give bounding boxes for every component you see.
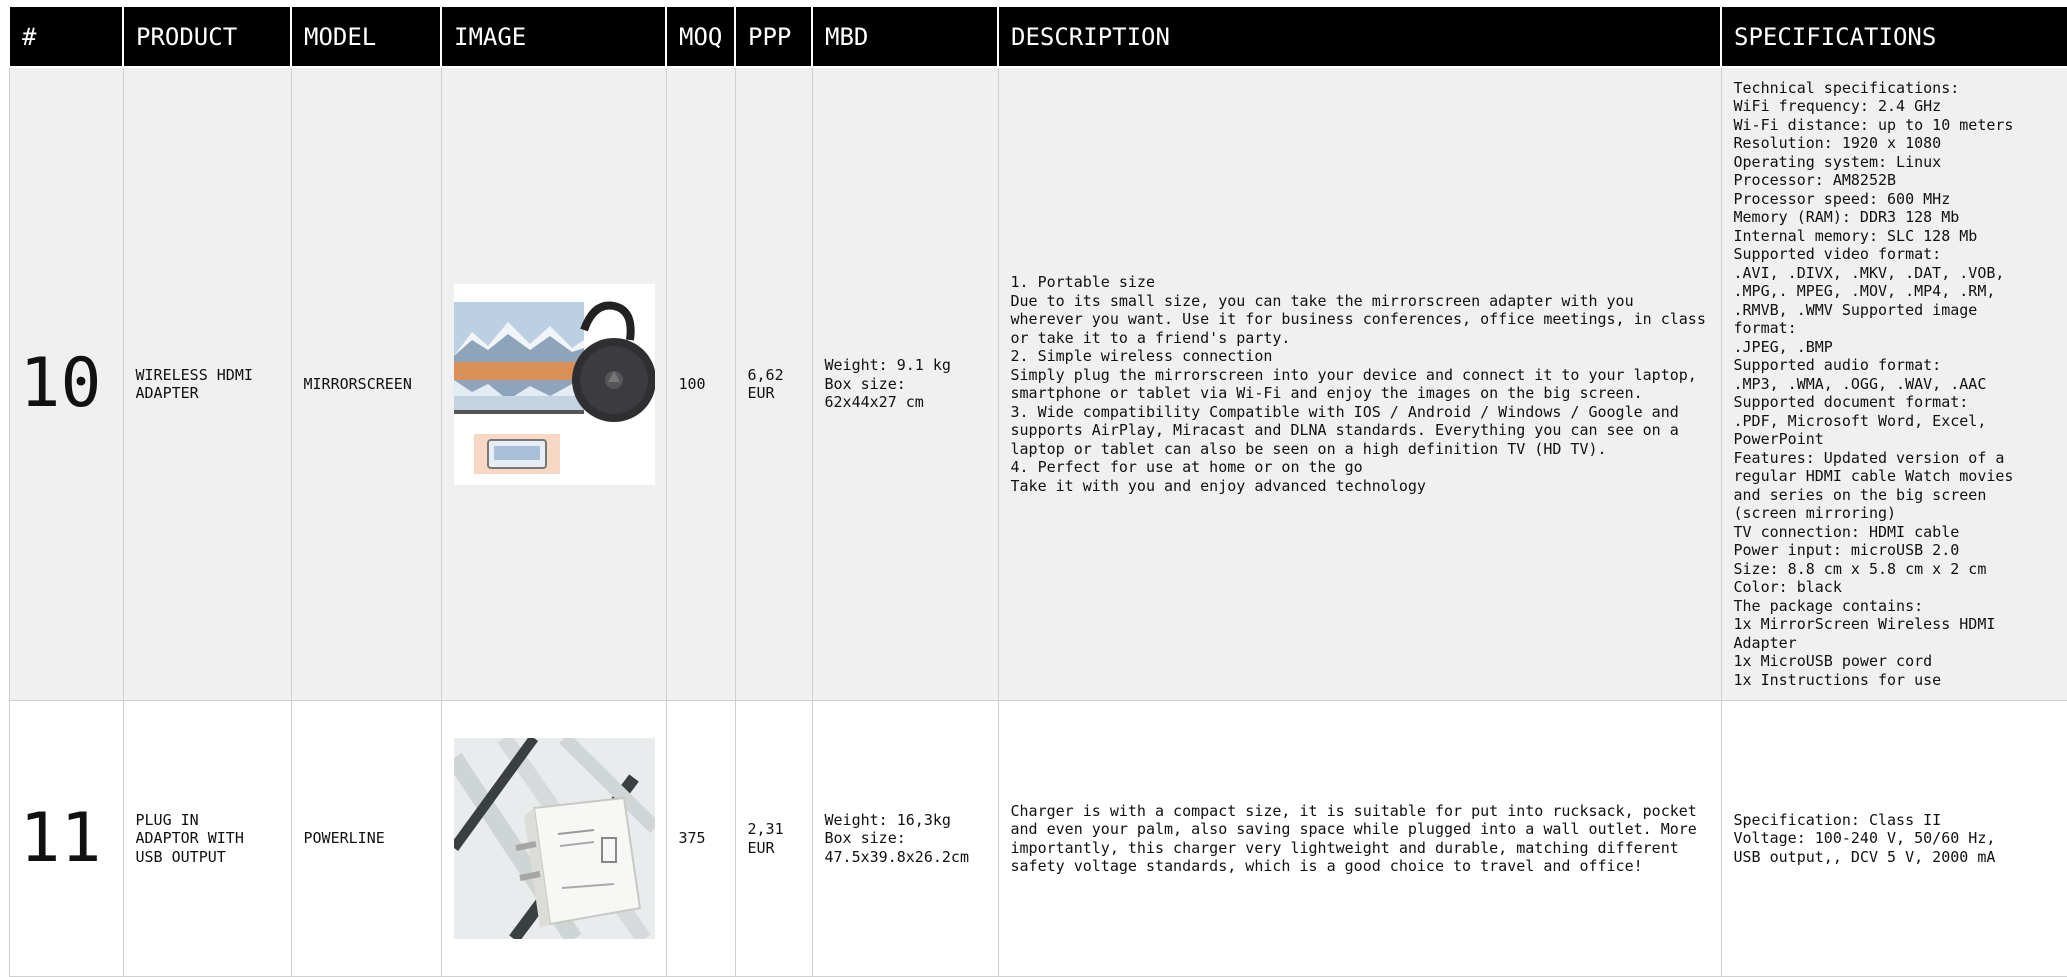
moq-value: 100	[665, 66, 736, 701]
moq-value: 375	[665, 700, 736, 977]
product-description: 1. Portable size Due to its small size, …	[997, 66, 1722, 701]
col-header-product[interactable]: PRODUCT	[122, 7, 292, 68]
col-header-description[interactable]: DESCRIPTION	[997, 7, 1722, 68]
header-row: # PRODUCT MODEL IMAGE MOQ PPP MBD DESCRI…	[8, 7, 2067, 68]
product-model: POWERLINE	[290, 700, 442, 977]
product-image-cell	[440, 700, 667, 977]
mbd-value: Weight: 16,3kg Box size: 47.5x39.8x26.2c…	[811, 700, 999, 977]
table-row[interactable]: 11 PLUG IN ADAPTOR WITH USB OUTPUT POWER…	[8, 700, 2067, 977]
row-number: 11	[8, 700, 124, 977]
product-table: # PRODUCT MODEL IMAGE MOQ PPP MBD DESCRI…	[8, 7, 2067, 977]
col-header-specifications[interactable]: SPECIFICATIONS	[1720, 7, 2067, 68]
product-name: WIRELESS HDMI ADAPTER	[122, 66, 292, 701]
col-header-mbd[interactable]: MBD	[811, 7, 999, 68]
col-header-model[interactable]: MODEL	[290, 7, 442, 68]
col-header-image[interactable]: IMAGE	[440, 7, 667, 68]
product-specifications: Technical specifications: WiFi frequency…	[1720, 66, 2067, 701]
product-name: PLUG IN ADAPTOR WITH USB OUTPUT	[122, 700, 292, 977]
usb-charger-image[interactable]	[453, 738, 655, 939]
product-description: Charger is with a compact size, it is su…	[997, 700, 1722, 977]
col-header-ppp[interactable]: PPP	[734, 7, 813, 68]
row-number: 10	[8, 66, 124, 701]
product-model: MIRRORSCREEN	[290, 66, 442, 701]
ppp-value: 6,62 EUR	[734, 66, 813, 701]
product-specifications: Specification: Class II Voltage: 100-240…	[1720, 700, 2067, 977]
product-image-cell	[440, 66, 667, 701]
col-header-moq[interactable]: MOQ	[665, 7, 736, 68]
mirrorscreen-image[interactable]	[453, 283, 655, 485]
mbd-value: Weight: 9.1 kg Box size: 62x44x27 cm	[811, 66, 999, 701]
table-row[interactable]: 10 WIRELESS HDMI ADAPTER MIRRORSCREEN 10…	[8, 66, 2067, 701]
ppp-value: 2,31 EUR	[734, 700, 813, 977]
col-header-number[interactable]: #	[8, 7, 124, 68]
